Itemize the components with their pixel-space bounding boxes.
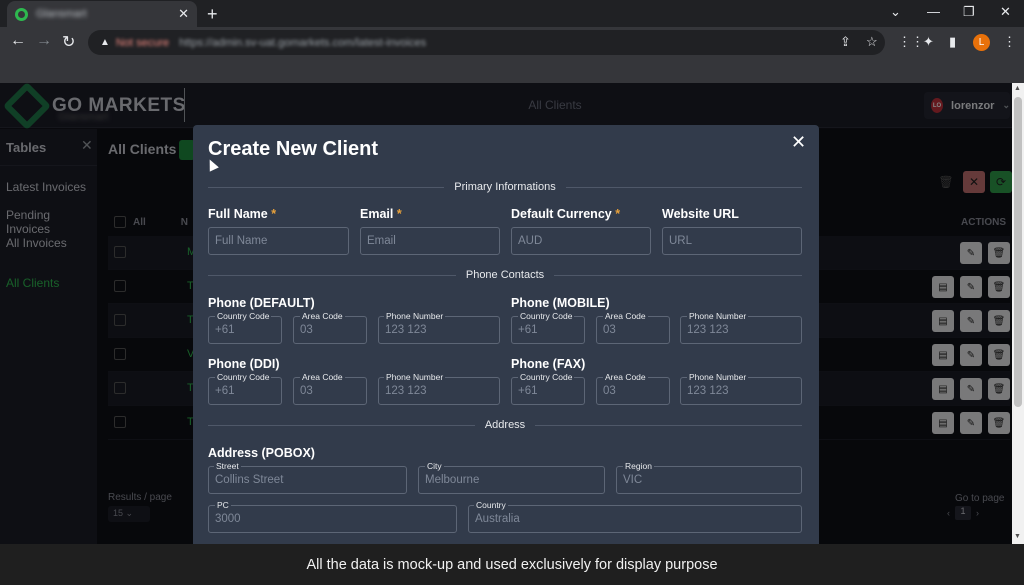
security-label: Not secure: [115, 36, 170, 49]
apps-grid-icon[interactable]: ⋮⋮: [898, 34, 924, 50]
not-secure-icon[interactable]: ▲: [100, 37, 110, 48]
section-divider-phone: Phone Contacts: [208, 268, 802, 282]
field-label: Street: [214, 461, 241, 471]
tab-title: Glansmart: [36, 8, 87, 20]
phone-ddi-label: Phone (DDI): [208, 357, 280, 371]
field-label: Phone Number: [384, 311, 446, 321]
minimize-icon[interactable]: —: [927, 4, 940, 19]
field-label: Region: [623, 461, 654, 471]
extensions-icon[interactable]: ✦: [923, 34, 934, 50]
country-input[interactable]: [468, 505, 802, 533]
field-label: Area Code: [300, 372, 345, 382]
close-window-icon[interactable]: ✕: [1000, 4, 1011, 20]
phone-fax-label: Phone (FAX): [511, 357, 586, 371]
back-icon[interactable]: ←: [10, 32, 26, 50]
forward-icon[interactable]: →: [36, 32, 52, 50]
email-label: Email *: [360, 207, 402, 221]
scroll-down-icon[interactable]: ▼: [1014, 533, 1021, 540]
menu-icon[interactable]: ⋮: [1003, 34, 1016, 50]
modal-title: Create New Client: [208, 138, 379, 160]
url-text[interactable]: https://admin.sv-uat.gomarkets.com/lates…: [179, 37, 426, 49]
restore-icon[interactable]: ❐: [963, 4, 975, 20]
postcode-input[interactable]: [208, 505, 457, 533]
phone-mobile-label: Phone (MOBILE): [511, 296, 610, 310]
field-label: Country Code: [215, 372, 272, 382]
field-label: Country: [474, 500, 508, 510]
field-label: Country Code: [518, 372, 575, 382]
close-modal-icon[interactable]: ✕: [791, 132, 806, 153]
bookmarks-bar: [0, 58, 1024, 83]
tab-search-chevron-icon[interactable]: ⌄: [890, 4, 901, 20]
field-label: Country Code: [215, 311, 272, 321]
site-favicon-icon: [15, 7, 28, 21]
phone-default-label: Phone (DEFAULT): [208, 296, 315, 310]
section-divider-address: Address: [208, 418, 803, 432]
page-scrollbar[interactable]: ▲ ▼: [1012, 83, 1024, 544]
share-icon[interactable]: ⇪: [840, 34, 851, 50]
field-label: Phone Number: [687, 372, 749, 382]
create-client-modal: Create New Client ✕ Primary Informations…: [193, 125, 819, 544]
website-input[interactable]: [662, 227, 802, 255]
field-label: PC: [215, 500, 231, 510]
profile-avatar[interactable]: L: [973, 34, 990, 51]
currency-input[interactable]: [511, 227, 651, 255]
app-viewport: GO MARKETS Glansmart All Clients LO lore…: [0, 83, 1012, 544]
section-divider-primary: Primary Informations: [208, 180, 803, 194]
bookmark-star-icon[interactable]: ☆: [866, 34, 878, 50]
field-label: Phone Number: [687, 311, 749, 321]
field-label: City: [425, 461, 444, 471]
section-title: Address: [484, 419, 526, 431]
address-bar[interactable]: ▲ Not secure https://admin.sv-uat.gomark…: [88, 30, 885, 55]
field-label: Area Code: [603, 311, 648, 321]
browser-tab-strip: Glansmart ✕ + ⌄ — ❐ ✕: [0, 0, 1024, 27]
scroll-up-icon[interactable]: ▲: [1014, 85, 1021, 92]
city-input[interactable]: [418, 466, 605, 494]
currency-label: Default Currency *: [511, 207, 621, 221]
side-panel-icon[interactable]: ▮: [949, 34, 956, 50]
field-label: Country Code: [518, 311, 575, 321]
section-title: Primary Informations: [454, 181, 556, 193]
reload-icon[interactable]: ↻: [62, 32, 75, 52]
video-caption: All the data is mock-up and used exclusi…: [0, 544, 1024, 585]
field-label: Phone Number: [384, 372, 446, 382]
field-label: Area Code: [603, 372, 648, 382]
close-tab-icon[interactable]: ✕: [178, 6, 189, 22]
browser-tab[interactable]: Glansmart ✕: [7, 1, 197, 27]
new-tab-icon[interactable]: +: [207, 4, 218, 25]
full-name-input[interactable]: [208, 227, 349, 255]
scrollbar-thumb[interactable]: [1014, 97, 1022, 407]
field-label: Area Code: [300, 311, 345, 321]
section-title: Phone Contacts: [465, 269, 545, 281]
browser-toolbar: ← → ↻ ▲ Not secure https://admin.sv-uat.…: [0, 27, 1024, 58]
email-input[interactable]: [360, 227, 500, 255]
website-label: Website URL: [662, 207, 739, 221]
address-label: Address (POBOX): [208, 446, 315, 460]
full-name-label: Full Name *: [208, 207, 277, 221]
